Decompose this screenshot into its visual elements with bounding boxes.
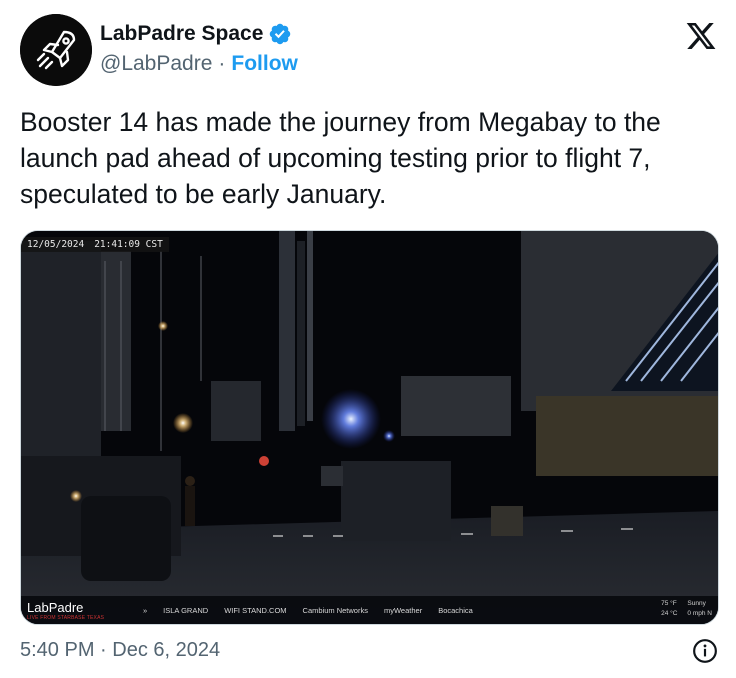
author-handle[interactable]: @LabPadre bbox=[100, 52, 212, 76]
follow-button[interactable]: Follow bbox=[231, 52, 298, 76]
weather-temp-f: 75 °F bbox=[661, 600, 677, 607]
night-launch-site-photo bbox=[21, 231, 718, 624]
separator-dot: · bbox=[218, 52, 226, 75]
sponsor-item: WIFI STAND.COM bbox=[224, 605, 287, 615]
x-logo-icon[interactable] bbox=[684, 20, 718, 52]
broadcast-ticker: LabPadre LIVE FROM STARBASE TEXAS » ISLA… bbox=[21, 596, 718, 624]
sponsor-item: ISLA GRAND bbox=[163, 605, 209, 615]
tweet-media-image[interactable]: 12/05/2024 21:41:09 CST LabPadre LIVE FR… bbox=[20, 230, 719, 625]
verified-badge-icon bbox=[270, 23, 291, 45]
tweet-timestamp[interactable]: 5:40 PM · Dec 6, 2024 bbox=[20, 639, 220, 662]
ticker-brand-sub: LIVE FROM STARBASE TEXAS bbox=[27, 614, 105, 621]
overlay-time: 21:41:09 CST bbox=[94, 239, 163, 250]
weather-wind: 0 mph N bbox=[687, 610, 712, 617]
weather-condition: Sunny bbox=[687, 600, 706, 607]
tweet-text: Booster 14 has made the journey from Meg… bbox=[20, 107, 661, 209]
tweet-header: LabPadre Space @LabPadre · Follow bbox=[20, 14, 720, 86]
rocket-avatar-icon bbox=[20, 14, 92, 86]
sponsor-item: Cambium Networks bbox=[302, 605, 368, 615]
weather-widget: 75 °F 24 °C Sunny 0 mph N bbox=[661, 599, 712, 619]
author-avatar[interactable] bbox=[20, 14, 92, 86]
sponsor-item: » bbox=[143, 605, 148, 615]
weather-temp-c: 24 °C bbox=[661, 610, 678, 617]
sponsor-list: » ISLA GRAND WIFI STAND.COM Cambium Netw… bbox=[143, 606, 473, 615]
sponsor-item: myWeather bbox=[383, 605, 423, 615]
sponsor-item: Bocachica bbox=[438, 605, 473, 615]
camera-timestamp-overlay: 12/05/2024 21:41:09 CST bbox=[21, 237, 169, 252]
overlay-date: 12/05/2024 bbox=[27, 239, 85, 250]
author-display-name[interactable]: LabPadre Space bbox=[100, 22, 263, 46]
info-icon[interactable] bbox=[692, 638, 718, 664]
tweet-footer: 5:40 PM · Dec 6, 2024 bbox=[20, 637, 720, 665]
ticker-brand-name: LabPadre bbox=[27, 599, 84, 615]
